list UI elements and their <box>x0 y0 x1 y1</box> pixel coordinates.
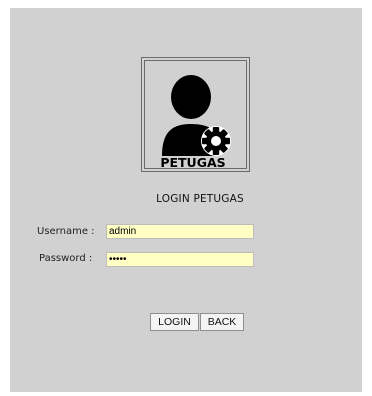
password-label: Password : <box>39 253 93 264</box>
login-panel: PETUGAS LOGIN PETUGAS Username : Passwor… <box>10 8 362 392</box>
username-label: Username : <box>37 226 95 237</box>
logo-text: PETUGAS <box>160 155 225 170</box>
user-gear-icon: PETUGAS <box>160 75 231 170</box>
password-field[interactable] <box>106 252 254 267</box>
back-button[interactable]: BACK <box>200 313 244 331</box>
login-button[interactable]: LOGIN <box>150 313 199 331</box>
petugas-logo: PETUGAS <box>141 57 250 172</box>
page-title: LOGIN PETUGAS <box>156 193 244 205</box>
username-field[interactable] <box>106 224 254 239</box>
